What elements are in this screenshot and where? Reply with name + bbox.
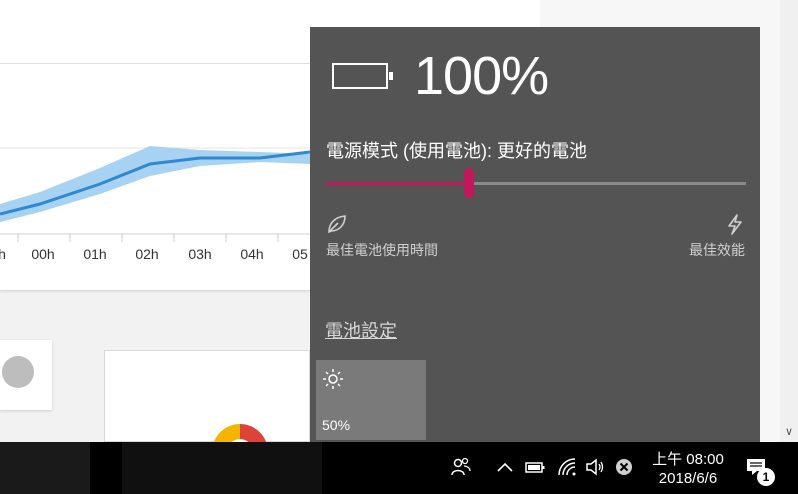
- power-mode-label: 電源模式 (使用電池): 更好的電池: [326, 141, 587, 161]
- scroll-down-icon[interactable]: ∨: [780, 424, 798, 440]
- x-tick-label: 04h: [240, 246, 264, 262]
- people-icon[interactable]: [450, 456, 472, 478]
- bolt-icon: [728, 214, 742, 235]
- best-performance-label: 最佳效能: [689, 242, 745, 258]
- battery-large-icon: [332, 63, 393, 89]
- people-group-icon: [2, 356, 34, 388]
- clock-date[interactable]: 2018/6/6: [648, 470, 728, 487]
- notification-count-badge: 1: [757, 468, 775, 486]
- battery-icon[interactable]: [524, 456, 546, 478]
- taskbar-app-area[interactable]: [0, 442, 90, 494]
- taskbar: 上午 08:00 2018/6/6 1: [0, 442, 798, 494]
- chevron-up-icon[interactable]: [494, 456, 516, 478]
- scrollbar[interactable]: [780, 0, 798, 442]
- sun-icon: [323, 369, 343, 389]
- x-tick-label: 03h: [188, 246, 212, 262]
- leaf-icon: [328, 215, 346, 234]
- power-slider-thumb[interactable]: [463, 168, 474, 198]
- brightness-value: 50%: [322, 417, 351, 433]
- x-tick-label: 00h: [31, 246, 55, 262]
- battery-flyout: 100% 電源模式 (使用電池): 更好的電池 最佳電池使用時間 最佳效能 電池…: [310, 27, 760, 442]
- x-ticks: [17, 234, 279, 242]
- best-battery-label: 最佳電池使用時間: [326, 242, 438, 258]
- lower-card-mid: [104, 350, 310, 442]
- x-tick-label: h: [0, 246, 6, 262]
- brightness-tile[interactable]: 50%: [316, 360, 426, 440]
- taskbar-app-area-2[interactable]: [122, 442, 322, 494]
- clock-time[interactable]: 上午 08:00: [648, 448, 728, 469]
- power-slider-fill: [326, 182, 469, 185]
- wifi-icon[interactable]: [556, 456, 578, 478]
- battery-percent: 100%: [414, 46, 549, 106]
- x-tick-label: 01h: [83, 246, 107, 262]
- volume-icon[interactable]: [584, 456, 606, 478]
- mute-x-icon[interactable]: [613, 456, 635, 478]
- battery-settings-link[interactable]: 電池設定: [325, 317, 397, 343]
- x-tick-label: 02h: [135, 246, 159, 262]
